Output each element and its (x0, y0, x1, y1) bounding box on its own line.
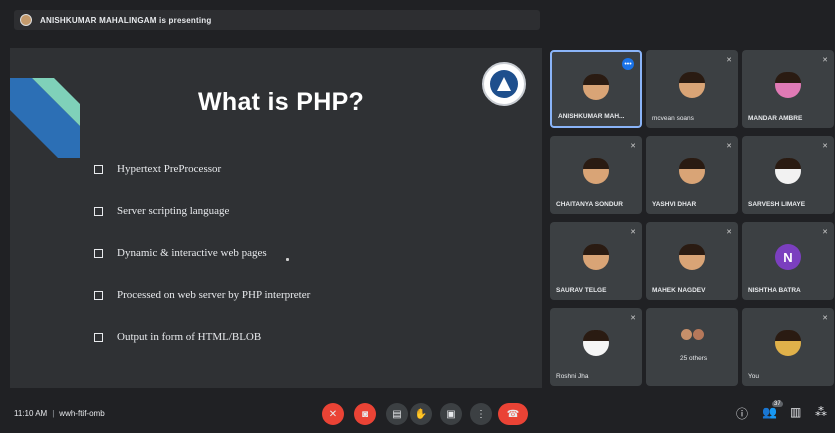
meeting-details-button[interactable]: ⓘ (736, 405, 748, 422)
checkbox-icon (94, 290, 103, 300)
meeting-code: wwh-ftif-omb (59, 409, 105, 418)
mic-off-icon: ✕ (630, 315, 636, 322)
self-tile[interactable]: ✕ You (742, 308, 834, 386)
participant-avatar (583, 158, 609, 184)
people-button[interactable]: 👥 (762, 405, 777, 419)
meeting-time: 11:10 AM (14, 409, 48, 418)
others-count-label: 25 others (680, 355, 708, 362)
checkbox-icon (94, 332, 103, 342)
participant-name: mcvean soans (652, 115, 694, 122)
activities-icon: ⁂ (815, 405, 827, 419)
mic-toggle-button[interactable]: ✕ (322, 403, 344, 425)
participant-tile[interactable]: ✕ MAHEK NAGDEV (646, 222, 738, 300)
others-tile[interactable]: 25 others (646, 308, 738, 386)
captions-icon: ▤ (392, 408, 402, 420)
bottom-control-bar: 11:10 AM | wwh-ftif-omb ✕ ◙ ▤ ✋ ▣ ⋮ ☎ ⓘ 37… (0, 395, 835, 433)
more-options-button[interactable]: ⋮ (470, 403, 492, 425)
camera-toggle-button[interactable]: ◙ (354, 403, 376, 425)
slide-title: What is PHP? (198, 88, 365, 116)
participant-tile[interactable]: ✕ CHAITANYA SONDUR (550, 136, 642, 214)
others-avatars (680, 328, 706, 342)
mic-off-icon: ✕ (630, 143, 636, 150)
participant-avatar: N (775, 244, 801, 270)
camera-off-icon: ◙ (361, 408, 369, 420)
end-call-button[interactable]: ☎ (498, 403, 528, 425)
participant-name: MAHEK NAGDEV (652, 287, 706, 294)
raise-hand-button[interactable]: ✋ (410, 403, 432, 425)
people-icon: 👥 (762, 405, 777, 419)
shared-slide: What is PHP? Hypertext PreProcessor Serv… (10, 48, 542, 388)
activities-button[interactable]: ⁂ (815, 405, 827, 419)
participant-name: NISHTHA BATRA (748, 287, 801, 294)
mic-off-icon: ✕ (726, 229, 732, 236)
info-icon: ⓘ (736, 407, 749, 421)
participant-tile[interactable]: ✕ SARVESH LIMAYE (742, 136, 834, 214)
participant-name: MANDAR AMBRE (748, 115, 803, 122)
participant-tile[interactable]: ••• ANISHKUMAR MAH... (550, 50, 642, 128)
participant-tile[interactable]: ✕ N NISHTHA BATRA (742, 222, 834, 300)
participant-name: You (748, 373, 759, 380)
mic-off-icon: ✕ (328, 408, 338, 420)
mouse-cursor (286, 258, 289, 261)
participant-avatar (583, 330, 609, 356)
slide-bullet-list: Hypertext PreProcessor Server scripting … (94, 148, 310, 358)
slide-bullet: Processed on web server by PHP interpret… (94, 274, 310, 316)
present-icon: ▣ (446, 408, 456, 420)
participant-tile[interactable]: ✕ SAURAV TELGE (550, 222, 642, 300)
mic-off-icon: ✕ (726, 57, 732, 64)
participant-name: Roshni Jha (556, 373, 589, 380)
slide-bullet: Server scripting language (94, 190, 310, 232)
participant-avatar (775, 158, 801, 184)
checkbox-icon (94, 248, 103, 258)
hand-icon: ✋ (414, 408, 428, 420)
checkbox-icon (94, 164, 103, 174)
slide-bullet: Output in form of HTML/BLOB (94, 316, 310, 358)
presenting-label: ANISHKUMAR MAHALINGAM is presenting (40, 15, 212, 25)
more-options-icon[interactable]: ••• (622, 58, 634, 70)
participant-avatar (775, 72, 801, 98)
participant-avatar (583, 244, 609, 270)
participant-name: YASHVI DHAR (652, 201, 697, 208)
chat-icon: ▥ (790, 405, 802, 419)
participant-avatar (679, 72, 705, 98)
slide-bullet: Hypertext PreProcessor (94, 148, 310, 190)
presenting-bar: ANISHKUMAR MAHALINGAM is presenting (0, 0, 835, 36)
participant-grid: ••• ANISHKUMAR MAH... ✕ mcvean soans ✕ M… (550, 50, 834, 390)
mic-off-icon: ✕ (726, 143, 732, 150)
presenter-avatar (20, 14, 32, 26)
meeting-info: 11:10 AM | wwh-ftif-omb (14, 409, 105, 418)
chat-button[interactable]: ▥ (790, 405, 801, 419)
participant-name: CHAITANYA SONDUR (556, 201, 623, 208)
participant-avatar (679, 244, 705, 270)
call-end-icon: ☎ (506, 408, 520, 420)
participant-avatar (775, 330, 801, 356)
participant-tile[interactable]: ✕ Roshni Jha (550, 308, 642, 386)
mic-off-icon: ✕ (630, 229, 636, 236)
participant-tile[interactable]: ✕ YASHVI DHAR (646, 136, 738, 214)
more-vert-icon: ⋮ (476, 408, 486, 420)
mic-off-icon: ✕ (822, 143, 828, 150)
participant-tile[interactable]: ✕ MANDAR AMBRE (742, 50, 834, 128)
mic-off-icon: ✕ (822, 315, 828, 322)
college-seal-logo (482, 62, 526, 106)
captions-button[interactable]: ▤ (386, 403, 408, 425)
checkbox-icon (94, 206, 103, 216)
participant-name: SAURAV TELGE (556, 287, 607, 294)
participant-name: SARVESH LIMAYE (748, 201, 806, 208)
participant-avatar (583, 74, 609, 100)
mic-off-icon: ✕ (822, 229, 828, 236)
mic-off-icon: ✕ (822, 57, 828, 64)
presenting-chip[interactable]: ANISHKUMAR MAHALINGAM is presenting (14, 10, 540, 30)
participant-avatar (679, 158, 705, 184)
slide-accent-shape (10, 78, 80, 158)
participant-tile[interactable]: ✕ mcvean soans (646, 50, 738, 128)
present-screen-button[interactable]: ▣ (440, 403, 462, 425)
participant-name: ANISHKUMAR MAH... (558, 113, 625, 120)
slide-bullet: Dynamic & interactive web pages (94, 232, 310, 274)
